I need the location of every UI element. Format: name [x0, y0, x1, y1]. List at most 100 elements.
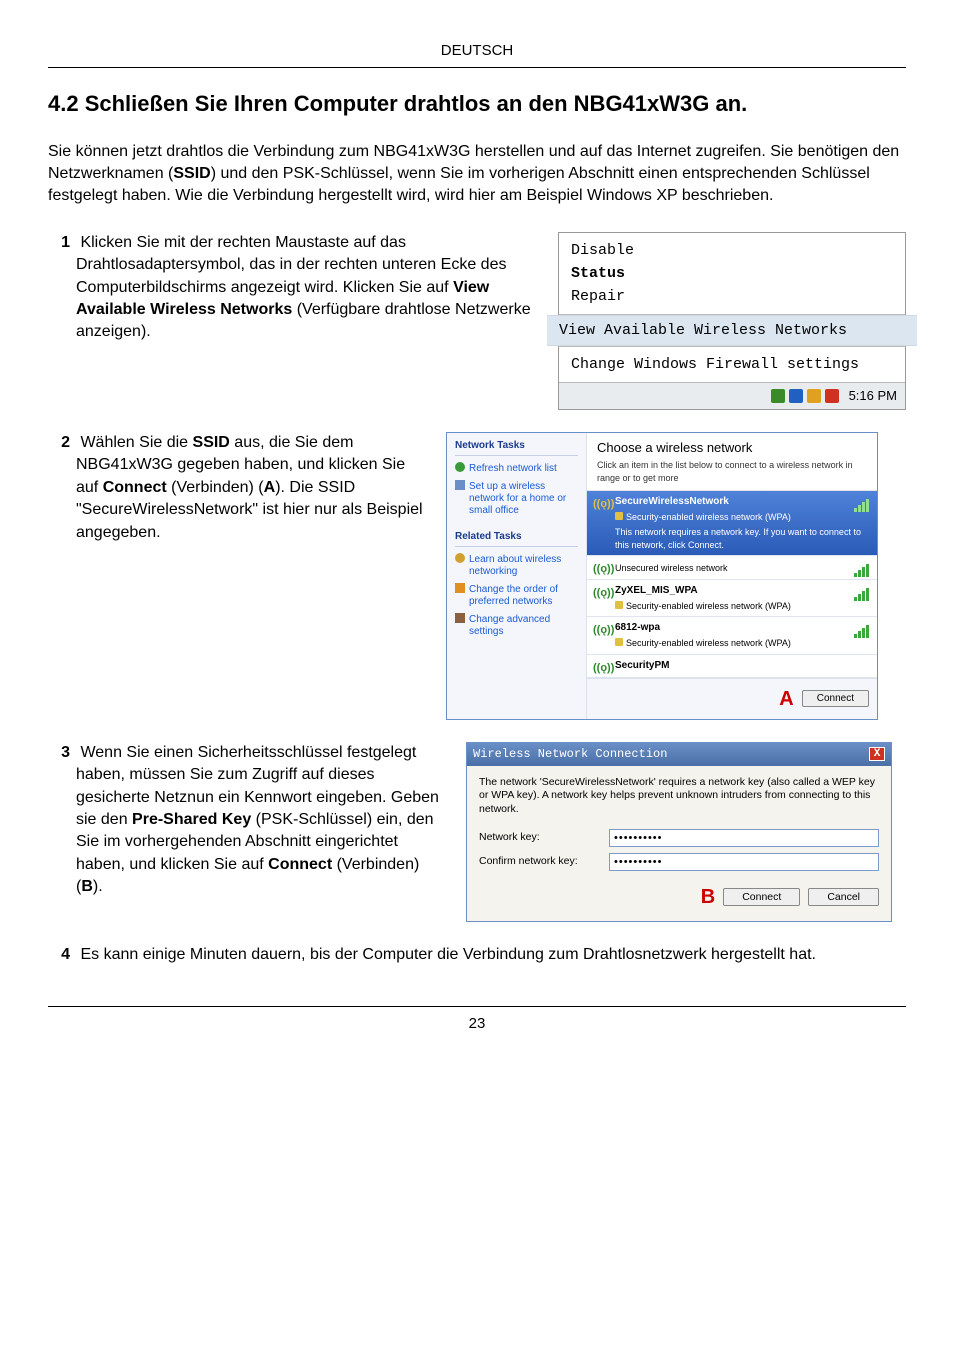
- step-text: Es kann einige Minuten dauern, bis der C…: [80, 946, 816, 963]
- page-number: 23: [469, 1015, 486, 1032]
- step-2-row: 2 Wählen Sie die SSID aus, die Sie dem N…: [48, 432, 906, 720]
- dialog-titlebar: Wireless Network Connection X: [467, 743, 891, 766]
- tray-icon[interactable]: [771, 389, 785, 403]
- page-footer: 23: [48, 1006, 906, 1034]
- sidebar: Network Tasks Refresh network list Set u…: [447, 433, 587, 719]
- network-key-input[interactable]: ••••••••••: [609, 829, 879, 847]
- network-item[interactable]: ((ǫ)) Unsecured wireless network: [587, 556, 877, 580]
- step-2-text: 2 Wählen Sie die SSID aus, die Sie dem N…: [48, 432, 428, 544]
- field-row: Network key: ••••••••••: [479, 829, 879, 847]
- task-label: Change the order of preferred networks: [469, 584, 558, 607]
- task-label: Refresh network list: [469, 463, 557, 474]
- step-bold: B: [81, 878, 93, 895]
- callout-label-a: A: [779, 685, 793, 713]
- network-name: SecureWirelessNetwork: [615, 495, 869, 509]
- signal-icon: ((ǫ)): [593, 586, 609, 600]
- intro-ssid: SSID: [173, 165, 210, 182]
- network-item[interactable]: ((ǫ)) ZyXEL_MIS_WPA Security-enabled wir…: [587, 580, 877, 618]
- network-type: Unsecured wireless network: [615, 560, 869, 575]
- step-bold: Pre-Shared Key: [132, 811, 251, 828]
- task-advanced[interactable]: Change advanced settings: [455, 611, 578, 641]
- menu-item-view-networks[interactable]: View Available Wireless Networks: [547, 315, 917, 346]
- sidebar-group-title: Network Tasks: [455, 439, 578, 456]
- network-key-dialog: Wireless Network Connection X The networ…: [466, 742, 892, 922]
- signal-icon: ((ǫ)): [593, 562, 609, 576]
- task-label: Learn about wireless networking: [469, 554, 561, 577]
- step-text: ).: [93, 878, 103, 895]
- step-number: 1: [56, 232, 70, 254]
- setup-icon: [455, 480, 465, 490]
- network-name: 6812-wpa: [615, 621, 869, 635]
- section-title: 4.2 Schließen Sie Ihren Computer drahtlo…: [48, 90, 906, 119]
- lock-icon: [615, 638, 623, 646]
- divider: [48, 67, 906, 68]
- network-item-selected[interactable]: ((ǫ)) SecureWirelessNetwork Security-ena…: [587, 491, 877, 556]
- info-icon: [455, 553, 465, 563]
- field-row: Confirm network key: ••••••••••: [479, 853, 879, 871]
- signal-icon: ((ǫ)): [593, 623, 609, 637]
- task-learn[interactable]: Learn about wireless networking: [455, 551, 578, 581]
- step-4-row: 4 Es kann einige Minuten dauern, bis der…: [48, 944, 906, 966]
- network-key-label: Network key:: [479, 830, 609, 845]
- network-list-panel: Choose a wireless network Click an item …: [587, 433, 877, 719]
- sidebar-group-title: Related Tasks: [455, 530, 578, 547]
- task-setup[interactable]: Set up a wireless network for a home or …: [455, 478, 578, 520]
- task-refresh[interactable]: Refresh network list: [455, 460, 578, 478]
- system-tray: 5:16 PM: [559, 382, 905, 409]
- network-item[interactable]: ((ǫ)) 6812-wpa Security-enabled wireless…: [587, 617, 877, 655]
- menu-item-repair[interactable]: Repair: [571, 285, 893, 308]
- step-1-row: 1 Klicken Sie mit der rechten Maustaste …: [48, 232, 906, 410]
- step-bold: A: [264, 479, 276, 496]
- task-order[interactable]: Change the order of preferred networks: [455, 581, 578, 611]
- panel-subtitle: Click an item in the list below to conne…: [587, 459, 877, 490]
- lock-icon: [615, 601, 623, 609]
- network-type: Security-enabled wireless network (WPA): [615, 598, 869, 613]
- gear-icon: [455, 613, 465, 623]
- step-text: (Verbinden) (: [167, 479, 264, 496]
- cancel-button[interactable]: Cancel: [808, 888, 879, 906]
- step-3-text: 3 Wenn Sie einen Sicherheitsschlüssel fe…: [48, 742, 448, 899]
- signal-icon: ((ǫ)): [593, 661, 609, 675]
- network-name: ZyXEL_MIS_WPA: [615, 584, 869, 598]
- close-icon[interactable]: X: [869, 747, 885, 761]
- network-type: Security-enabled wireless network (WPA): [615, 509, 869, 524]
- tray-clock: 5:16 PM: [849, 387, 897, 405]
- network-list: ((ǫ)) SecureWirelessNetwork Security-ena…: [587, 490, 877, 678]
- step-bold: Connect: [103, 479, 167, 496]
- signal-bars-icon: [854, 588, 869, 601]
- network-note: This network requires a network key. If …: [615, 524, 869, 551]
- intro-paragraph: Sie können jetzt drahtlos die Verbindung…: [48, 141, 906, 208]
- step-bold: Connect: [268, 856, 332, 873]
- wireless-adapter-icon[interactable]: [789, 389, 803, 403]
- header-language: DEUTSCH: [48, 40, 906, 61]
- step-text: Klicken Sie mit der rechten Maustaste au…: [76, 234, 506, 296]
- wireless-chooser-figure: Network Tasks Refresh network list Set u…: [446, 432, 878, 720]
- callout-label-b: B: [701, 883, 715, 911]
- task-label: Set up a wireless network for a home or …: [469, 481, 566, 516]
- signal-bars-icon: [854, 625, 869, 638]
- tray-icon[interactable]: [807, 389, 821, 403]
- panel-footer: A Connect: [587, 678, 877, 719]
- network-item[interactable]: ((ǫ)) SecurityPM: [587, 655, 877, 678]
- step-1-text: 1 Klicken Sie mit der rechten Maustaste …: [48, 232, 540, 344]
- tray-icon[interactable]: [825, 389, 839, 403]
- menu-item-status[interactable]: Status: [571, 262, 893, 285]
- confirm-key-input[interactable]: ••••••••••: [609, 853, 879, 871]
- step-bold: SSID: [193, 434, 230, 451]
- signal-bars-icon: [854, 499, 869, 512]
- connect-button[interactable]: Connect: [802, 690, 869, 707]
- signal-icon: ((ǫ)): [593, 497, 609, 511]
- lock-icon: [615, 512, 623, 520]
- menu-item-disable[interactable]: Disable: [571, 239, 893, 262]
- step-text: Wählen Sie die: [80, 434, 192, 451]
- connect-button[interactable]: Connect: [723, 888, 800, 906]
- confirm-key-label: Confirm network key:: [479, 854, 609, 869]
- menu-item-firewall[interactable]: Change Windows Firewall settings: [571, 353, 893, 376]
- dialog-message: The network 'SecureWirelessNetwork' requ…: [479, 776, 879, 817]
- task-label: Change advanced settings: [469, 614, 550, 637]
- panel-title: Choose a wireless network: [587, 433, 877, 459]
- step-number: 4: [56, 944, 70, 966]
- star-icon: [455, 583, 465, 593]
- refresh-icon: [455, 462, 465, 472]
- signal-bars-icon: [854, 564, 869, 577]
